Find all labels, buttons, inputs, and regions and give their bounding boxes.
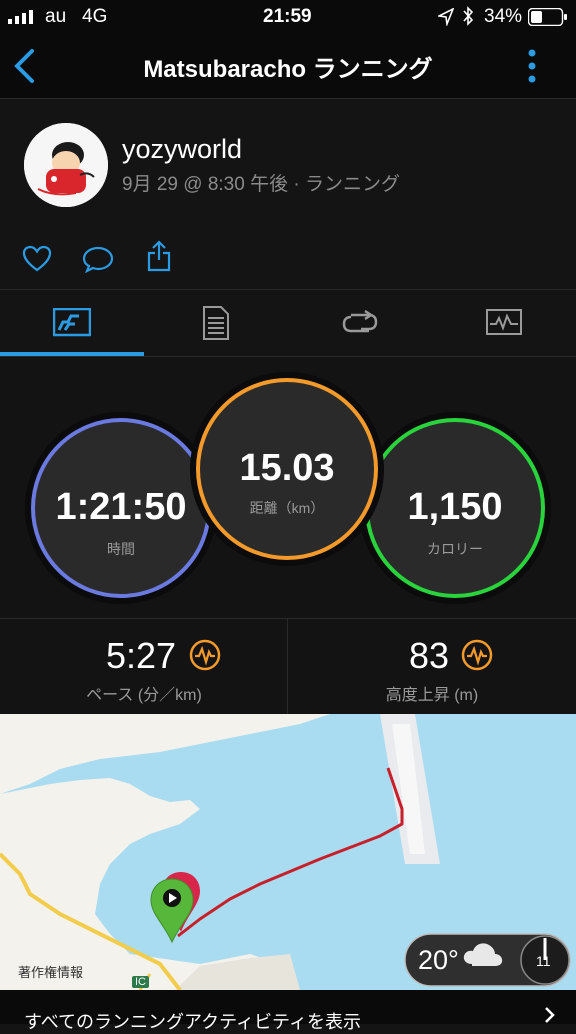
summary-stats: 1:21:50 時間 1,150 カロリー 15.03 距離（km）	[0, 357, 576, 617]
all-runs-link[interactable]: すべてのランニングアクティビティを表示	[0, 990, 576, 1032]
laps-loop-icon	[342, 309, 378, 333]
comment-icon[interactable]	[82, 245, 114, 273]
avatar[interactable]	[24, 123, 108, 207]
distance-value: 15.03	[239, 447, 335, 489]
more-options-icon[interactable]	[525, 48, 539, 84]
copyright-label[interactable]: 著作権情報	[18, 962, 83, 981]
elevation-pulse-icon[interactable]	[461, 639, 493, 671]
status-bar: au 4G 21:59 34%	[0, 0, 576, 34]
bluetooth-icon	[463, 6, 474, 26]
pace-label: ペース (分／km)	[86, 687, 202, 704]
activity-tabs	[0, 290, 576, 357]
calories-stat: 1,150 カロリー	[358, 411, 552, 605]
carrier-label: au	[45, 6, 67, 27]
distance-stat: 15.03 距離（km）	[189, 371, 385, 567]
tab-charts[interactable]	[432, 290, 576, 356]
tab-details[interactable]	[144, 290, 288, 356]
active-tab-indicator	[0, 352, 144, 356]
stats-overview-icon	[53, 308, 91, 337]
map-canvas	[0, 714, 576, 990]
signal-icon	[8, 10, 33, 24]
weather-temp: 20°	[418, 945, 459, 975]
like-heart-icon[interactable]	[22, 245, 52, 273]
wind-value: 11	[536, 953, 551, 969]
details-list-icon	[203, 306, 229, 340]
elevation-value: 83	[409, 635, 450, 676]
all-runs-label: すべてのランニングアクティビティを表示	[24, 1012, 361, 1032]
secondary-metrics: 5:27 ペース (分／km) 83 高度上昇 (m)	[0, 618, 576, 715]
activity-header: yozyworld 9月 29 @ 8:30 午後 · ランニング	[0, 99, 576, 290]
road-marker: IC	[132, 976, 149, 988]
share-icon[interactable]	[146, 240, 172, 272]
chevron-right-icon	[545, 1007, 555, 1023]
route-map[interactable]: 著作権情報 IC 20° 11	[0, 714, 576, 990]
pace-value: 5:27	[106, 635, 177, 676]
location-arrow-icon	[438, 8, 454, 26]
tab-overview[interactable]	[0, 290, 144, 356]
page-title: Matsubaracho ランニング	[143, 56, 433, 83]
nav-bar: Matsubaracho ランニング	[0, 34, 576, 99]
network-label: 4G	[82, 6, 108, 27]
battery-icon	[528, 8, 567, 26]
calories-value: 1,150	[407, 486, 503, 528]
calories-label: カロリー	[427, 541, 483, 557]
pace-pulse-icon[interactable]	[189, 639, 221, 671]
clock: 21:59	[263, 6, 312, 27]
chart-monitor-icon	[486, 309, 522, 335]
elevation-label: 高度上昇 (m)	[385, 687, 479, 704]
tab-laps[interactable]	[288, 290, 432, 356]
battery-label: 34%	[484, 6, 523, 27]
activity-meta: 9月 29 @ 8:30 午後 · ランニング	[122, 174, 400, 195]
distance-label: 距離（km）	[249, 500, 325, 516]
username[interactable]: yozyworld	[122, 134, 242, 165]
